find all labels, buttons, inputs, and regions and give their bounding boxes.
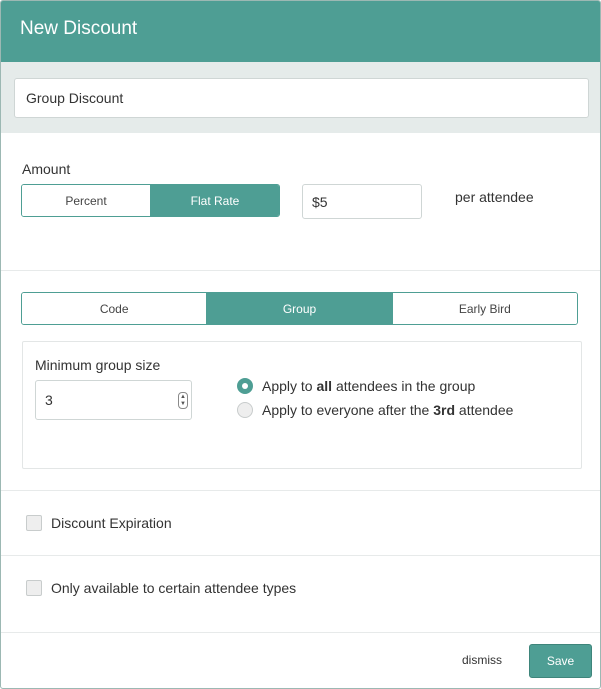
min-group-size-label: Minimum group size bbox=[35, 357, 161, 373]
section-divider bbox=[1, 270, 600, 271]
apply-after-option[interactable]: Apply to everyone after the 3rd attendee bbox=[237, 402, 513, 418]
min-group-size-input[interactable]: 3 ▲ ▼ bbox=[35, 380, 192, 420]
name-section bbox=[1, 62, 600, 133]
apply-all-label: Apply to all attendees in the group bbox=[262, 378, 476, 394]
attendee-types-checkbox[interactable] bbox=[26, 580, 42, 596]
apply-all-radio[interactable] bbox=[237, 378, 253, 394]
apply-after-label: Apply to everyone after the 3rd attendee bbox=[262, 402, 514, 418]
tab-early-bird[interactable]: Early Bird bbox=[391, 293, 577, 324]
tab-group[interactable]: Group bbox=[206, 293, 392, 324]
discount-expiration-checkbox[interactable] bbox=[26, 515, 42, 531]
dismiss-link[interactable]: dismiss bbox=[462, 653, 502, 667]
attendee-types-option[interactable]: Only available to certain attendee types bbox=[26, 580, 296, 596]
modal-title: New Discount bbox=[20, 18, 138, 39]
section-divider bbox=[1, 490, 600, 491]
discount-expiration-label: Discount Expiration bbox=[51, 515, 172, 531]
discount-name-input[interactable] bbox=[14, 78, 589, 118]
section-divider bbox=[1, 555, 600, 556]
apply-after-radio[interactable] bbox=[237, 402, 253, 418]
attendee-types-label: Only available to certain attendee types bbox=[51, 580, 297, 596]
percent-button[interactable]: Percent bbox=[22, 185, 150, 216]
save-button[interactable]: Save bbox=[529, 644, 592, 678]
amount-type-toggle: Percent Flat Rate bbox=[21, 184, 280, 217]
per-attendee-label: per attendee bbox=[455, 189, 534, 205]
discount-expiration-option[interactable]: Discount Expiration bbox=[26, 515, 172, 531]
number-spinner[interactable]: ▲ ▼ bbox=[178, 392, 188, 409]
flat-rate-button[interactable]: Flat Rate bbox=[150, 185, 279, 216]
apply-all-option[interactable]: Apply to all attendees in the group bbox=[237, 378, 475, 394]
spinner-down-icon[interactable]: ▼ bbox=[180, 401, 186, 408]
footer-divider bbox=[1, 632, 600, 633]
modal-header: New Discount bbox=[1, 1, 600, 62]
spinner-up-icon[interactable]: ▲ bbox=[180, 394, 186, 401]
amount-label: Amount bbox=[22, 161, 71, 177]
min-group-size-value: 3 bbox=[45, 392, 53, 408]
group-settings-panel: Minimum group size 3 ▲ ▼ Apply to all at… bbox=[22, 341, 582, 469]
amount-value-input[interactable] bbox=[302, 184, 422, 219]
tab-code[interactable]: Code bbox=[22, 293, 207, 324]
new-discount-modal: New Discount Amount Percent Flat Rate pe… bbox=[0, 0, 601, 689]
discount-type-tabs: Code Group Early Bird bbox=[21, 292, 578, 325]
